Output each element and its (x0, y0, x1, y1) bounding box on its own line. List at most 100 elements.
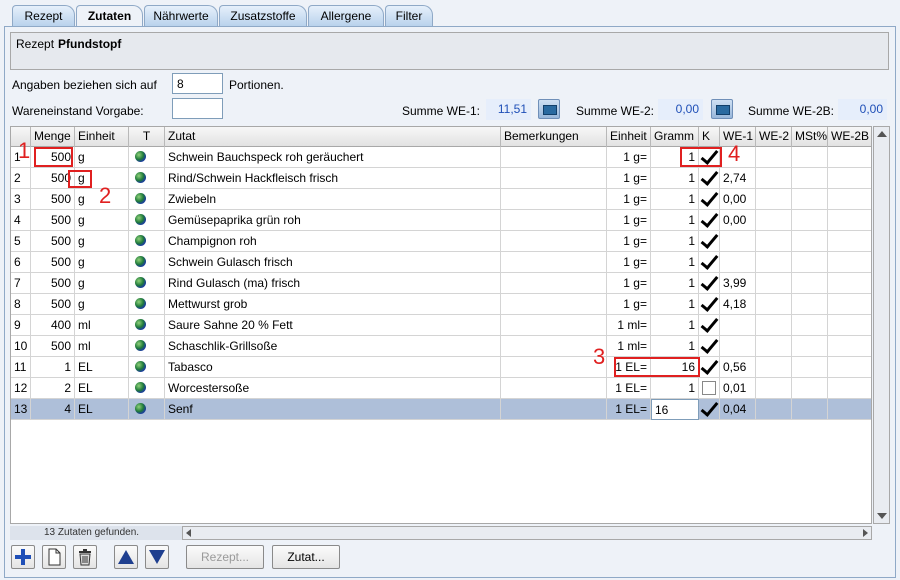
einheit2-cell[interactable]: 1 EL= (607, 378, 651, 399)
einheit2-cell[interactable]: 1 g= (607, 168, 651, 189)
we2b-cell[interactable] (828, 357, 871, 378)
checkbox[interactable] (700, 169, 718, 187)
rezept-button[interactable]: Rezept... (186, 545, 264, 569)
scroll-right-icon[interactable] (863, 529, 868, 537)
table-row[interactable]: 2 500 g Rind/Schwein Hackfleisch frisch 1 g=… (11, 168, 871, 189)
we2b-cell[interactable] (828, 147, 871, 168)
mst-cell[interactable] (792, 189, 828, 210)
einheit-cell[interactable]: g (75, 294, 129, 315)
we1-cell[interactable]: 4,18 (720, 294, 756, 315)
mst-cell[interactable] (792, 231, 828, 252)
menge-cell[interactable]: 500 (31, 273, 75, 294)
table-row[interactable]: 8 500 g Mettwurst grob 1 g= 1 4,18 (11, 294, 871, 315)
mst-cell[interactable] (792, 252, 828, 273)
calculator-icon[interactable] (711, 99, 733, 119)
zutat-cell[interactable]: Saure Sahne 20 % Fett (165, 315, 501, 336)
einheit-cell[interactable]: g (75, 147, 129, 168)
zutat-cell[interactable]: Mettwurst grob (165, 294, 501, 315)
table-row[interactable]: 11 1 EL Tabasco 1 EL= 16 0,56 (11, 357, 871, 378)
row-number[interactable]: 8 (11, 294, 31, 315)
we2-cell[interactable] (756, 357, 792, 378)
we2b-cell[interactable] (828, 336, 871, 357)
we2-cell[interactable] (756, 336, 792, 357)
einheit-cell[interactable]: ml (75, 336, 129, 357)
delete-button[interactable] (73, 545, 97, 569)
menge-cell[interactable]: 400 (31, 315, 75, 336)
we2b-cell[interactable] (828, 378, 871, 399)
einheit2-cell[interactable]: 1 EL= (607, 399, 651, 420)
k-cell[interactable] (699, 315, 720, 336)
row-number[interactable]: 9 (11, 315, 31, 336)
row-number[interactable]: 10 (11, 336, 31, 357)
table-row[interactable]: 10 500 ml Schaschlik-Grillsoße 1 ml= 1 (11, 336, 871, 357)
we2b-cell[interactable] (828, 189, 871, 210)
type-cell[interactable] (129, 399, 165, 420)
we1-cell[interactable] (720, 336, 756, 357)
row-number[interactable]: 2 (11, 168, 31, 189)
we2b-cell[interactable] (828, 315, 871, 336)
checkbox[interactable] (700, 211, 718, 229)
scroll-left-icon[interactable] (186, 529, 191, 537)
zutat-cell[interactable]: Schwein Gulasch frisch (165, 252, 501, 273)
mst-cell[interactable] (792, 378, 828, 399)
einheit2-cell[interactable]: 1 g= (607, 189, 651, 210)
vertical-scrollbar[interactable] (873, 126, 890, 524)
checkbox[interactable] (700, 274, 718, 292)
bemerkungen-cell[interactable] (501, 273, 607, 294)
tab-allergene[interactable]: Allergene (308, 5, 384, 26)
type-cell[interactable] (129, 294, 165, 315)
einheit2-cell[interactable]: 1 g= (607, 231, 651, 252)
k-cell[interactable] (699, 357, 720, 378)
we2-cell[interactable] (756, 231, 792, 252)
checkbox[interactable] (700, 295, 718, 313)
checkbox[interactable] (700, 253, 718, 271)
we2b-cell[interactable] (828, 210, 871, 231)
row-number[interactable]: 7 (11, 273, 31, 294)
k-cell[interactable] (699, 294, 720, 315)
type-cell[interactable] (129, 210, 165, 231)
mst-cell[interactable] (792, 315, 828, 336)
zutat-cell[interactable]: Zwiebeln (165, 189, 501, 210)
mst-cell[interactable] (792, 399, 828, 420)
table-row[interactable]: 9 400 ml Saure Sahne 20 % Fett 1 ml= 1 (11, 315, 871, 336)
we2-cell[interactable] (756, 252, 792, 273)
einheit2-cell[interactable]: 1 g= (607, 294, 651, 315)
col-menge[interactable]: Menge (31, 127, 75, 147)
we2b-cell[interactable] (828, 252, 871, 273)
gramm-cell[interactable]: 1 (651, 168, 699, 189)
gramm-cell[interactable]: 1 (651, 378, 699, 399)
we1-cell[interactable]: 0,01 (720, 378, 756, 399)
col-k[interactable]: K (699, 127, 720, 147)
checkbox[interactable] (700, 232, 718, 250)
new-button[interactable] (42, 545, 66, 569)
table-row[interactable]: 4 500 g Gemüsepaprika grün roh 1 g= 1 0,00 (11, 210, 871, 231)
mst-cell[interactable] (792, 336, 828, 357)
k-cell[interactable] (699, 336, 720, 357)
row-number[interactable]: 5 (11, 231, 31, 252)
row-number[interactable]: 6 (11, 252, 31, 273)
type-cell[interactable] (129, 147, 165, 168)
type-cell[interactable] (129, 273, 165, 294)
we1-cell[interactable] (720, 315, 756, 336)
checkbox[interactable] (702, 381, 716, 395)
add-button[interactable] (11, 545, 35, 569)
einheit-cell[interactable]: EL (75, 378, 129, 399)
einheit-cell[interactable]: EL (75, 399, 129, 420)
table-row[interactable]: 5 500 g Champignon roh 1 g= 1 (11, 231, 871, 252)
move-down-button[interactable] (145, 545, 169, 569)
k-cell[interactable] (699, 210, 720, 231)
type-cell[interactable] (129, 252, 165, 273)
type-cell[interactable] (129, 315, 165, 336)
we1-cell[interactable]: 0,00 (720, 189, 756, 210)
row-number[interactable]: 3 (11, 189, 31, 210)
mst-cell[interactable] (792, 357, 828, 378)
type-cell[interactable] (129, 357, 165, 378)
mst-cell[interactable] (792, 210, 828, 231)
k-cell[interactable] (699, 378, 720, 399)
col-t[interactable]: T (129, 127, 165, 147)
k-cell[interactable] (699, 231, 720, 252)
zutat-cell[interactable]: Senf (165, 399, 501, 420)
einheit2-cell[interactable]: 1 g= (607, 210, 651, 231)
menge-cell[interactable]: 4 (31, 399, 75, 420)
col-zutat[interactable]: Zutat (165, 127, 501, 147)
